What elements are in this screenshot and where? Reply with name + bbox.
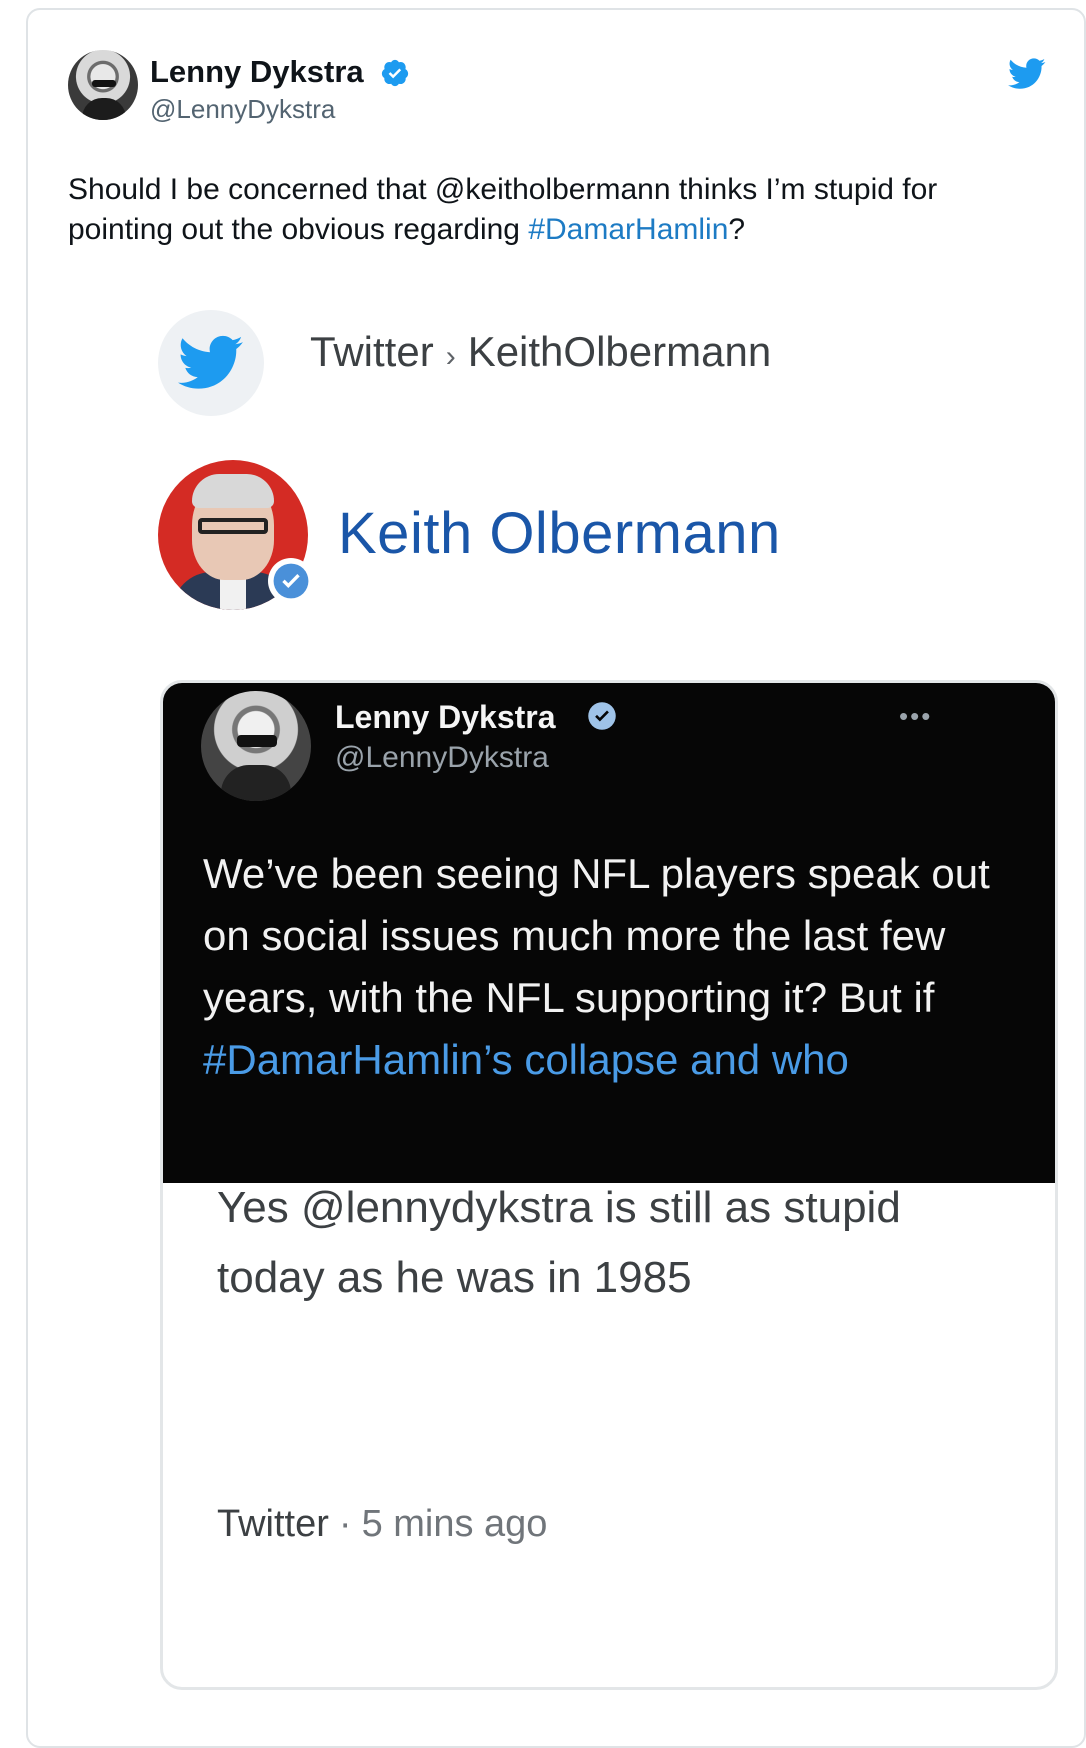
breadcrumb-page: KeithOlbermann [467,328,772,375]
author-name[interactable]: Lenny Dykstra [150,54,364,90]
more-options-icon: ••• [899,701,933,731]
quoted-hashtag: #DamarHamlin’s collapse and who [203,1036,849,1083]
verified-badge-icon [381,59,409,87]
breadcrumb: Twitter › KeithOlbermann [310,328,771,376]
reply-text: Yes @lennydykstra is still as stupid tod… [217,1183,901,1302]
avatar-hair [192,474,274,508]
embedded-image[interactable]: Twitter › KeithOlbermann Keith Olbermann L… [128,280,1086,1720]
result-card: Lenny Dykstra @LennyDykstra ••• We’ve be… [160,680,1058,1690]
tweet-card: Lenny Dykstra @LennyDykstra Should I be … [26,8,1086,1748]
quoted-text-body: We’ve been seeing NFL players speak out … [203,850,990,1021]
avatar-glasses [198,518,268,534]
quoted-author-name: Lenny Dykstra [335,699,556,735]
verified-badge-icon [268,558,314,604]
profile-name: Keith Olbermann [338,501,781,566]
twitter-bird-icon [178,335,243,389]
tweet-text: Should I be concerned that @keitholberma… [68,170,1028,250]
quoted-author-handle: @LennyDykstra [335,741,549,774]
breadcrumb-site: Twitter [310,328,434,375]
quoted-tweet-text: We’ve been seeing NFL players speak out … [203,843,1023,1091]
avatar-suit [221,765,291,801]
quoted-tweet-screenshot: Lenny Dykstra @LennyDykstra ••• We’ve be… [163,683,1055,1183]
author-avatar[interactable] [68,50,138,120]
avatar-suit [82,98,126,120]
footer-time: 5 mins ago [361,1503,548,1545]
footer-source: Twitter [217,1503,329,1545]
tweet-text-body: Should I be concerned that @keitholberma… [68,173,938,246]
avatar-glasses [92,80,116,87]
twitter-bird-icon[interactable] [1008,58,1046,90]
breadcrumb-separator: › [445,340,456,373]
twitter-circle-logo [158,310,264,416]
quoted-author-avatar [201,691,311,801]
author-handle[interactable]: @LennyDykstra [150,94,335,125]
footer-dot: · [338,1503,352,1545]
avatar-glasses [237,735,277,747]
card-footer: Twitter · 5 mins ago [217,1503,547,1546]
tweet-text-end: ? [728,213,746,246]
hashtag-link[interactable]: #DamarHamlin [528,213,728,246]
verified-badge-icon [588,702,616,730]
